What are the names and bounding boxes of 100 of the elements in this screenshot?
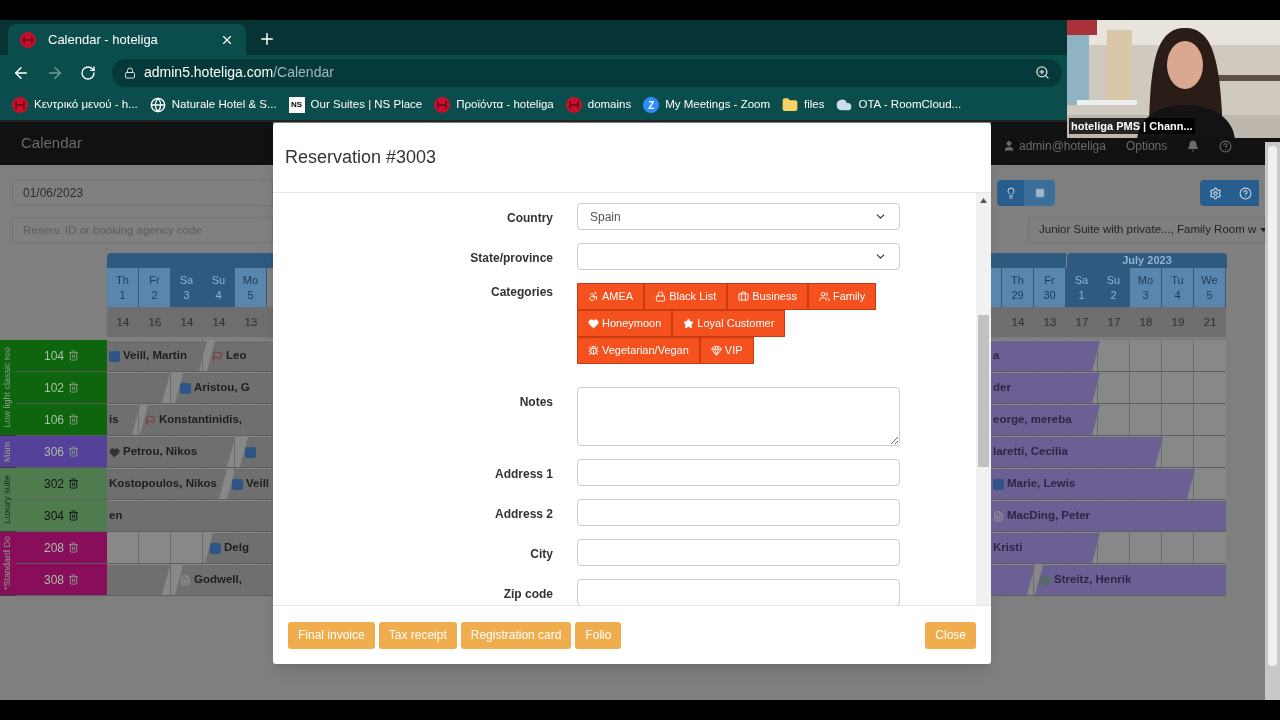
bookmark[interactable]: Z My Meetings - Zoom xyxy=(643,96,771,114)
weekday-label: We xyxy=(1201,272,1218,288)
select-field[interactable]: Spain xyxy=(577,203,900,230)
bookmark[interactable]: OTA - RoomCloud... xyxy=(836,96,962,114)
booking-bar[interactable]: der xyxy=(991,373,1100,403)
bookmark[interactable]: domains xyxy=(565,96,632,114)
booking-bar[interactable]: Leo xyxy=(207,341,273,371)
booking-bar[interactable]: en xyxy=(107,501,273,531)
booking-bar[interactable]: Streitz, Henrik xyxy=(1035,565,1226,595)
occupancy-count: 14 xyxy=(115,315,131,330)
document-icon xyxy=(180,574,191,586)
trash-icon[interactable] xyxy=(68,350,79,361)
zoom-icon[interactable] xyxy=(1035,65,1050,80)
category-tag[interactable]: Vegetarian/Vegan xyxy=(577,337,700,364)
trash-icon[interactable] xyxy=(68,478,79,489)
trash-icon[interactable] xyxy=(68,510,79,521)
browser-tab[interactable]: Calendar - hoteliga xyxy=(8,24,246,55)
bookmark[interactable]: Naturale Hotel & S... xyxy=(149,96,277,114)
bookmark[interactable]: Προϊόντα - hoteliga xyxy=(434,96,554,114)
booking-bar[interactable]: Veill, Martin xyxy=(107,341,207,371)
scroll-thumb[interactable] xyxy=(978,315,989,467)
settings-button[interactable] xyxy=(1200,180,1231,206)
trash-icon[interactable] xyxy=(68,446,79,457)
booking-bar[interactable]: is xyxy=(107,405,140,435)
action-button[interactable]: Registration card xyxy=(460,621,572,649)
room-type-filter[interactable]: Junior Suite with private..., Family Room w xyxy=(1028,217,1265,243)
room-number: 304 xyxy=(44,507,64,525)
category-tag[interactable]: Business xyxy=(727,283,808,310)
guest-name: Leo xyxy=(226,348,247,364)
booking-bar[interactable]: Godwell, xyxy=(175,565,273,595)
date-field[interactable]: 01/06/2023 xyxy=(12,180,273,206)
bookmark[interactable]: Κεντρικό μενού - h... xyxy=(12,96,138,114)
category-tag[interactable]: Black List xyxy=(644,283,728,310)
bookmark[interactable]: files xyxy=(782,96,825,114)
date-label: 5 xyxy=(1206,287,1213,303)
text-field[interactable] xyxy=(577,539,900,566)
scrollbar[interactable] xyxy=(976,193,991,605)
booking-bar[interactable]: laretti, Cecilia xyxy=(991,437,1163,467)
reload-icon[interactable] xyxy=(80,64,96,81)
new-tab-icon[interactable] xyxy=(258,30,276,48)
category-tag[interactable]: Loyal Customer xyxy=(672,310,786,337)
field-label: Country xyxy=(506,210,553,227)
user-menu[interactable]: admin@hoteliga xyxy=(1003,140,1106,152)
action-button[interactable]: Tax receipt xyxy=(378,621,457,649)
booking-bar[interactable]: Kostopoulos, Nikos xyxy=(107,469,227,499)
select-field[interactable] xyxy=(577,243,900,270)
document-icon xyxy=(993,510,1004,522)
page-scrollbar[interactable] xyxy=(1265,142,1280,700)
square-button[interactable] xyxy=(1024,180,1055,206)
trash-icon[interactable] xyxy=(68,542,79,553)
bookmark[interactable]: NS Our Suites | NS Place xyxy=(288,96,423,114)
category-tag[interactable]: AMEA xyxy=(577,283,645,310)
booking-bar[interactable] xyxy=(240,437,273,467)
people-icon xyxy=(818,291,830,302)
booking-bar[interactable]: Veill xyxy=(227,469,273,499)
category-tag[interactable]: Honeymoon xyxy=(577,310,673,337)
booking-bar[interactable] xyxy=(107,373,170,403)
booking-bar[interactable]: Konstantinidis, xyxy=(140,405,273,435)
booking-bar[interactable]: Kristi xyxy=(991,533,1100,563)
booking-bar[interactable]: eorge, mereba xyxy=(991,405,1100,435)
text-field[interactable] xyxy=(577,579,900,605)
action-button[interactable]: Folio xyxy=(575,621,622,649)
scroll-up-icon[interactable] xyxy=(980,198,987,203)
lightbulb-button[interactable] xyxy=(997,180,1024,206)
trash-icon[interactable] xyxy=(68,574,79,585)
diamond-icon xyxy=(710,345,722,356)
action-button[interactable]: Final invoice xyxy=(288,621,375,649)
field-label: City xyxy=(529,546,553,563)
text-field[interactable] xyxy=(577,499,900,526)
hotel-logo-icon xyxy=(565,97,582,113)
category-tag[interactable]: VIP xyxy=(699,337,754,364)
bell-icon[interactable] xyxy=(1187,140,1200,152)
site-logo-icon: NS xyxy=(288,97,305,113)
booking-bar[interactable] xyxy=(107,565,170,595)
category-tag[interactable]: Family xyxy=(807,283,877,310)
address-bar[interactable]: admin5.hoteliga.com/Calendar xyxy=(112,58,1062,87)
trash-icon[interactable] xyxy=(68,414,79,425)
booking-bar[interactable]: MacDing, Peter xyxy=(991,501,1226,531)
booking-bar[interactable]: a xyxy=(991,341,1100,371)
month-bar: July 2023 xyxy=(1067,253,1227,268)
modal-title: Reservation #3003 xyxy=(285,146,437,169)
booking-bar[interactable]: Marie, Lewis xyxy=(991,469,1195,499)
booking-bar[interactable] xyxy=(991,565,1035,595)
booking-bar[interactable]: Delg xyxy=(205,533,273,563)
notes-field[interactable] xyxy=(577,387,900,446)
guest-name: a xyxy=(993,348,1000,364)
trash-icon[interactable] xyxy=(68,382,79,393)
field-label: Zip code xyxy=(502,586,553,603)
booking-bar[interactable]: Petrou, Nikos xyxy=(107,437,235,467)
weekday-label: Sa xyxy=(179,272,194,288)
booking-bar[interactable]: Aristou, G xyxy=(175,373,273,403)
navbar-title[interactable]: Calendar xyxy=(21,132,82,155)
field-label: Address 1 xyxy=(493,466,553,483)
close-button[interactable]: Close xyxy=(925,621,976,649)
help-button[interactable] xyxy=(1231,180,1259,206)
lock-icon xyxy=(655,291,667,302)
options-menu[interactable]: Options xyxy=(1125,140,1168,152)
room-group-label: Luxury suite xyxy=(0,468,16,532)
text-field[interactable] xyxy=(577,459,900,486)
help-icon[interactable] xyxy=(1219,139,1233,153)
